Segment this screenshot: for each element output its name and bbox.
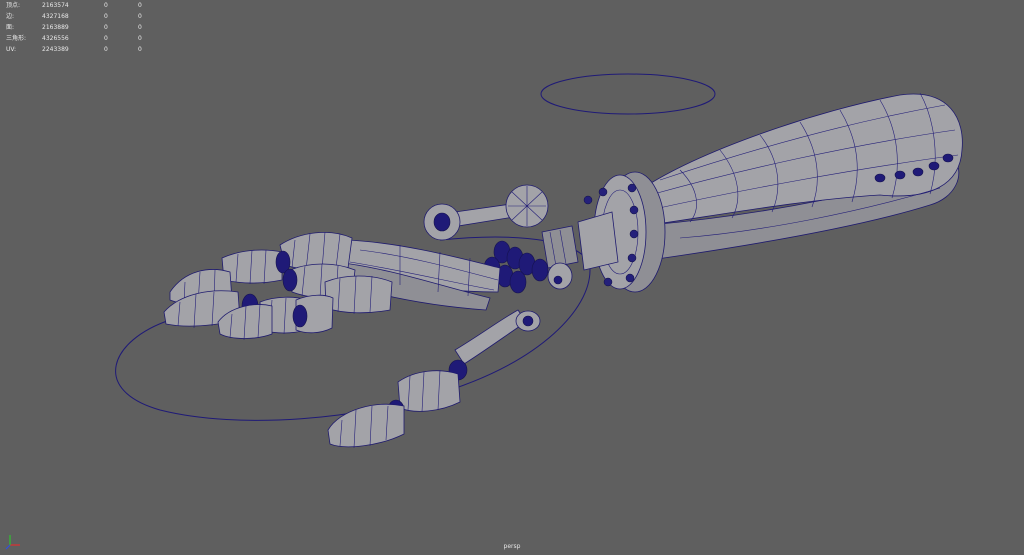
hud-label: 三角形: bbox=[6, 35, 27, 42]
hud-label: UV: bbox=[6, 46, 17, 53]
hud-row: UV: 2243389 0 0 bbox=[6, 44, 158, 55]
hud-row: 面: 2163889 0 0 bbox=[6, 22, 158, 33]
scene-canvas[interactable] bbox=[0, 0, 1024, 555]
hud-row: 三角形: 4326556 0 0 bbox=[6, 33, 158, 44]
wrist-control-curve[interactable] bbox=[540, 73, 716, 115]
hud-value: 0 bbox=[138, 2, 142, 9]
hud-value: 0 bbox=[138, 35, 142, 42]
hud-value: 2163889 bbox=[42, 24, 69, 31]
hud-value: 0 bbox=[138, 13, 142, 20]
hud-value: 0 bbox=[104, 2, 108, 9]
hud-value: 0 bbox=[104, 24, 108, 31]
hud-value: 0 bbox=[104, 35, 108, 42]
poly-count-hud: 顶点: 2163574 0 0 边: 4327168 0 0 面: 216388… bbox=[6, 0, 158, 55]
hud-value: 0 bbox=[104, 46, 108, 53]
hud-value: 0 bbox=[104, 13, 108, 20]
camera-name-label: persp bbox=[503, 543, 521, 550]
hud-value: 4326556 bbox=[42, 35, 69, 42]
forearm-mesh[interactable] bbox=[639, 92, 963, 261]
hud-value: 2163574 bbox=[42, 2, 69, 9]
hud-label: 边: bbox=[6, 13, 15, 20]
hud-value: 0 bbox=[138, 24, 142, 31]
hud-value: 4327168 bbox=[42, 13, 69, 20]
hud-value: 0 bbox=[138, 46, 142, 53]
hud-label: 面: bbox=[6, 24, 15, 31]
thumb-mesh[interactable] bbox=[327, 309, 541, 449]
perspective-viewport[interactable]: 顶点: 2163574 0 0 边: 4327168 0 0 面: 216388… bbox=[0, 0, 1024, 555]
hud-label: 顶点: bbox=[6, 2, 21, 9]
hud-row: 顶点: 2163574 0 0 bbox=[6, 0, 158, 11]
hud-value: 2243389 bbox=[42, 46, 69, 53]
floating-bone-part[interactable] bbox=[423, 184, 549, 241]
hud-row: 边: 4327168 0 0 bbox=[6, 11, 158, 22]
